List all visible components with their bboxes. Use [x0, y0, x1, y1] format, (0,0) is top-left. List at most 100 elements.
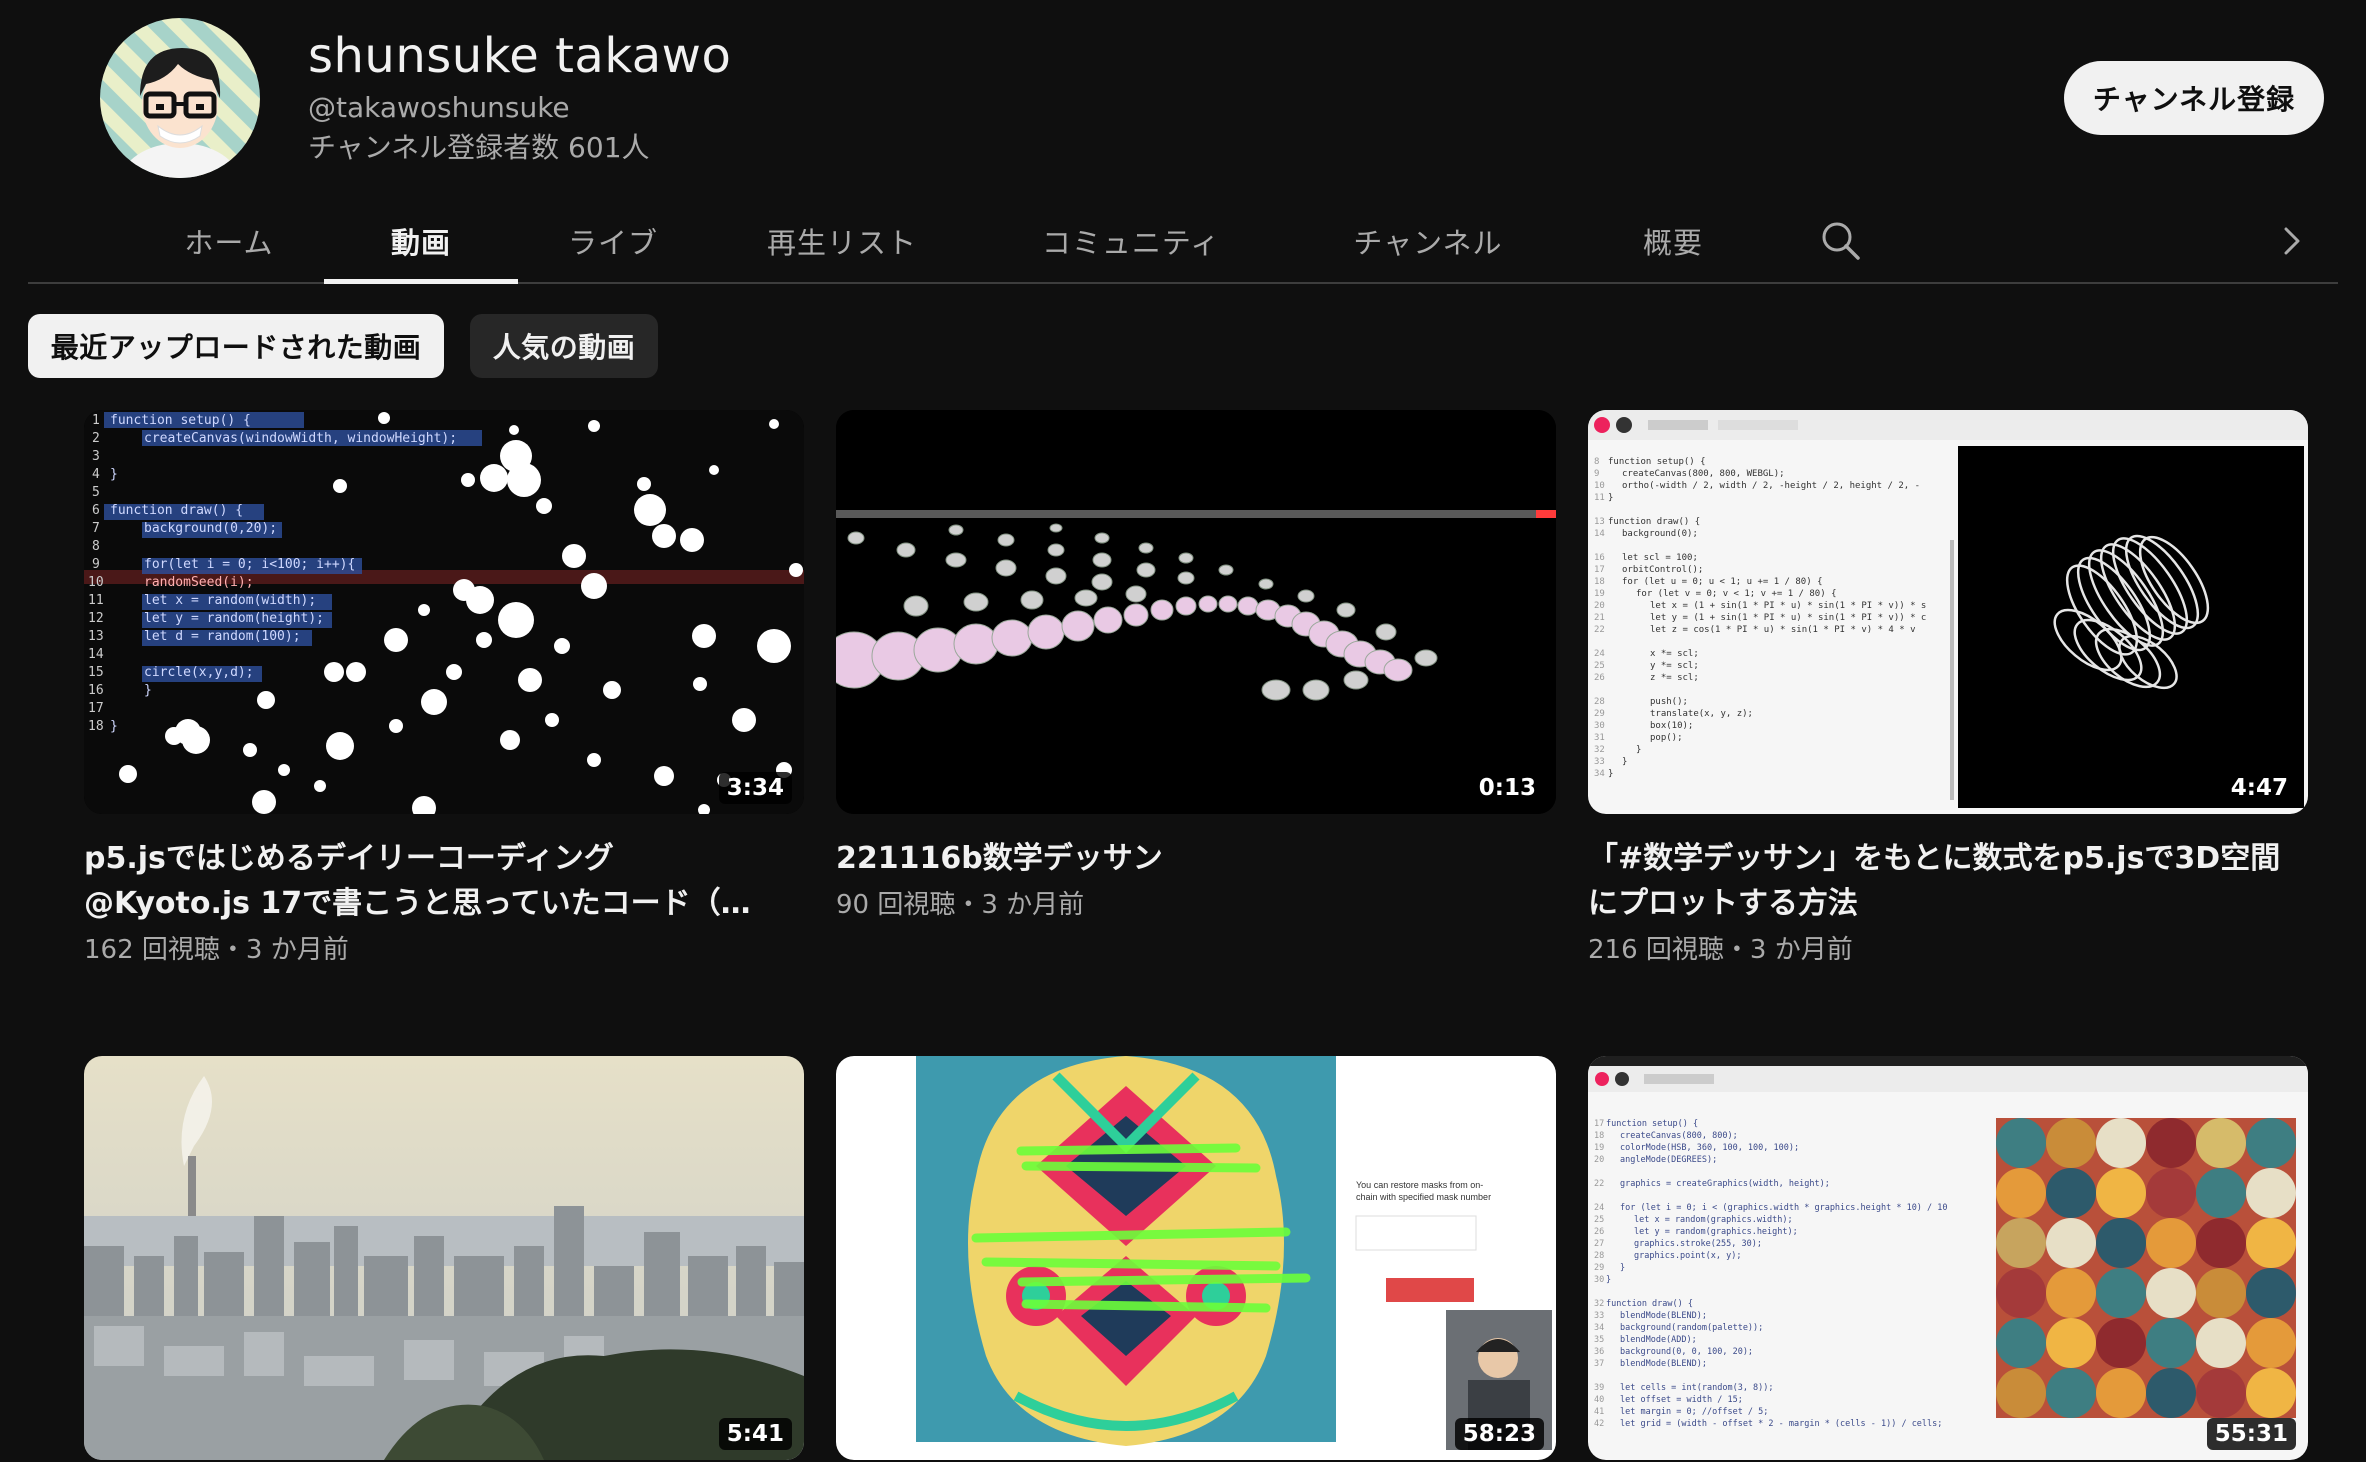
video-meta: 216 回視聴・3 か月前: [1588, 935, 1853, 965]
svg-text:6: 6: [92, 503, 100, 518]
filter-chip-popular[interactable]: 人気の動画: [470, 314, 658, 378]
video-thumbnail[interactable]: 5:41: [84, 1056, 804, 1460]
svg-text:createCanvas(800, 800);: createCanvas(800, 800);: [1620, 1131, 1738, 1141]
svg-text:}: }: [1636, 745, 1641, 755]
svg-text:13: 13: [1594, 517, 1605, 527]
video-card[interactable]: 1 function setup() { 2 createCanvas(window…: [84, 410, 804, 970]
channel-avatar[interactable]: [100, 18, 260, 178]
tab-community[interactable]: コミュニティ: [1018, 200, 1244, 282]
svg-text:10: 10: [1594, 481, 1605, 491]
svg-text:box(10);: box(10);: [1650, 721, 1693, 731]
video-card[interactable]: 8 function setup() { 9 createCanvas(800, 8…: [1588, 410, 2308, 970]
svg-text:let x = random(width);: let x = random(width);: [144, 593, 316, 608]
svg-text:}: }: [1606, 1275, 1611, 1285]
channel-tabs: ホーム 動画 ライブ 再生リスト コミュニティ チャンネル 概要: [28, 200, 2338, 284]
svg-text:for (let u = 0; u < 1; u += 1: for (let u = 0; u < 1; u += 1 / 80) {: [1622, 577, 1822, 587]
svg-text:let y = random(height);: let y = random(height);: [144, 611, 324, 626]
svg-text:39: 39: [1594, 1383, 1604, 1393]
video-thumbnail[interactable]: 1 function setup() { 2 createCanvas(window…: [84, 410, 804, 814]
svg-text:blendMode(BLEND);: blendMode(BLEND);: [1620, 1311, 1707, 1321]
svg-text:background(0, 0, 100, 20);: background(0, 0, 100, 20);: [1620, 1347, 1753, 1357]
svg-text:graphics.point(x, y);: graphics.point(x, y);: [1634, 1251, 1741, 1261]
video-thumbnail[interactable]: 8 function setup() { 9 createCanvas(800, 8…: [1588, 410, 2308, 814]
video-duration: 55:31: [2206, 1418, 2296, 1450]
tab-home[interactable]: ホーム: [154, 200, 304, 282]
svg-text:for (let v = 0; v < 1; v += 1: for (let v = 0; v < 1; v += 1 / 80) {: [1636, 589, 1836, 599]
svg-text:33: 33: [1594, 1311, 1604, 1321]
svg-text:createCanvas(windowWidth, wind: createCanvas(windowWidth, windowHeight);: [144, 431, 457, 446]
tab-channels[interactable]: チャンネル: [1328, 200, 1528, 282]
svg-text:}: }: [1622, 757, 1627, 767]
svg-text:chain with specified mask numb: chain with specified mask number: [1356, 1192, 1491, 1202]
tab-live[interactable]: ライブ: [538, 200, 688, 282]
svg-text:function setup() {: function setup() {: [1608, 457, 1706, 467]
svg-text:let cells = int(random(3, 8));: let cells = int(random(3, 8));: [1620, 1383, 1774, 1393]
svg-text:24: 24: [1594, 1203, 1604, 1213]
video-title[interactable]: 221116b数学デッサン: [836, 836, 1536, 881]
svg-text:}: }: [1608, 493, 1613, 503]
svg-text:18: 18: [88, 719, 104, 734]
svg-text:17: 17: [1594, 565, 1605, 575]
svg-text:33: 33: [1594, 757, 1605, 767]
svg-text:}: }: [110, 719, 118, 734]
svg-text:}: }: [1608, 769, 1613, 779]
svg-text:function setup() {: function setup() {: [1606, 1119, 1698, 1129]
svg-text:18: 18: [1594, 577, 1605, 587]
svg-text:let scl = 100;: let scl = 100;: [1622, 553, 1698, 563]
svg-text:16: 16: [88, 683, 104, 698]
svg-text:11: 11: [1594, 493, 1605, 503]
svg-text:12: 12: [88, 611, 104, 626]
svg-text:5: 5: [92, 485, 100, 500]
svg-text:22: 22: [1594, 625, 1605, 635]
svg-text:26: 26: [1594, 673, 1605, 683]
video-duration: 4:47: [2222, 772, 2296, 804]
svg-text:let y = (1 + sin(1 * PI * u) *: let y = (1 + sin(1 * PI * u) * sin(1 * P…: [1650, 613, 1926, 623]
video-thumbnail[interactable]: You can restore masks from on- chain wit…: [836, 1056, 1556, 1460]
video-duration: 5:41: [718, 1418, 792, 1450]
video-thumbnail[interactable]: 17 function setup() { 18 createCanvas(800,…: [1588, 1056, 2308, 1460]
video-card[interactable]: 5:41: [84, 1056, 804, 1460]
channel-name: shunsuke takawo: [308, 28, 732, 84]
svg-text:11: 11: [88, 593, 104, 608]
editor-torus-thumbnail-image: 8 function setup() { 9 createCanvas(800, 8…: [1588, 410, 2308, 814]
subscribe-button[interactable]: チャンネル登録: [2064, 61, 2324, 135]
filter-chip-recent[interactable]: 最近アップロードされた動画: [28, 314, 444, 378]
search-icon[interactable]: [1818, 218, 1864, 264]
video-title[interactable]: p5.jsではじめるデイリーコーディング @Kyoto.js 17で書こうと思っ…: [84, 836, 784, 926]
tab-videos[interactable]: 動画: [324, 200, 518, 284]
svg-text:2: 2: [92, 431, 100, 446]
video-title[interactable]: 「#数学デッサン」をもとに数式をp5.jsで3D空間にプロットする方法: [1588, 836, 2288, 926]
tab-playlists[interactable]: 再生リスト: [744, 200, 940, 282]
svg-text:8: 8: [1594, 457, 1599, 467]
video-thumbnail[interactable]: 0:13: [836, 410, 1556, 814]
video-card[interactable]: You can restore masks from on- chain wit…: [836, 1056, 1556, 1460]
channel-handle: @takawoshunsuke: [308, 91, 570, 124]
video-meta: 162 回視聴・3 か月前: [84, 935, 349, 965]
tab-about[interactable]: 概要: [1608, 200, 1738, 282]
svg-text:34: 34: [1594, 769, 1605, 779]
svg-text:for(let i = 0; i<100; i++){: for(let i = 0; i<100; i++){: [144, 557, 355, 572]
svg-text:x *= scl;: x *= scl;: [1650, 649, 1699, 659]
svg-text:blendMode(ADD);: blendMode(ADD);: [1620, 1335, 1697, 1345]
svg-text:41: 41: [1594, 1407, 1604, 1417]
svg-text:9: 9: [1594, 469, 1599, 479]
svg-text:z *= scl;: z *= scl;: [1650, 673, 1699, 683]
svg-text:13: 13: [88, 629, 104, 644]
code-circles-thumbnail-image: 1 function setup() { 2 createCanvas(window…: [84, 410, 804, 814]
video-card[interactable]: 0:13 221116b数学デッサン 90 回視聴・3 か月前: [836, 410, 1556, 925]
video-card[interactable]: 17 function setup() { 18 createCanvas(800,…: [1588, 1056, 2308, 1460]
svg-text:translate(x, y, z);: translate(x, y, z);: [1650, 709, 1753, 719]
svg-text:let x = (1 + sin(1 * PI * u) *: let x = (1 + sin(1 * PI * u) * sin(1 * P…: [1650, 601, 1926, 611]
svg-text:let x = random(graphics.width): let x = random(graphics.width);: [1634, 1215, 1793, 1225]
mask-pattern-thumbnail-image: You can restore masks from on- chain wit…: [836, 1056, 1556, 1460]
svg-text:17: 17: [88, 701, 104, 716]
svg-text:blendMode(BLEND);: blendMode(BLEND);: [1620, 1359, 1707, 1369]
svg-text:29: 29: [1594, 1263, 1604, 1273]
svg-text:function setup() {: function setup() {: [110, 413, 251, 428]
svg-text:32: 32: [1594, 745, 1605, 755]
svg-text:20: 20: [1594, 1155, 1604, 1165]
svg-text:14: 14: [1594, 529, 1605, 539]
svg-text:graphics = createGraphics(widt: graphics = createGraphics(width, height)…: [1620, 1179, 1830, 1189]
chevron-right-icon[interactable]: [2268, 218, 2314, 264]
svg-text:15: 15: [88, 665, 104, 680]
